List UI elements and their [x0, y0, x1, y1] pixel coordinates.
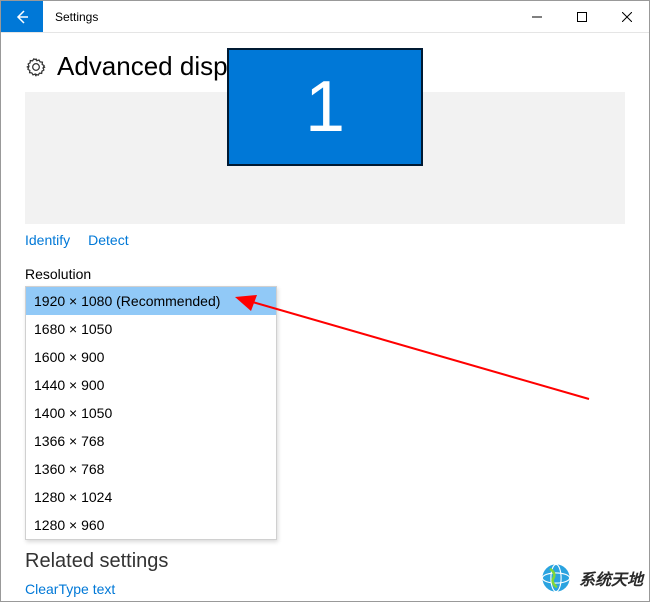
detect-link[interactable]: Detect: [88, 232, 128, 248]
dropdown-item[interactable]: 1280 × 1024: [26, 483, 276, 511]
minimize-icon: [532, 12, 542, 22]
resolution-dropdown[interactable]: 1920 × 1080 (Recommended) 1680 × 1050 16…: [25, 286, 277, 540]
gear-icon: [25, 56, 47, 78]
dropdown-item[interactable]: 1360 × 768: [26, 455, 276, 483]
dropdown-item[interactable]: 1280 × 960: [26, 511, 276, 539]
window-title: Settings: [43, 1, 514, 32]
related-settings-heading: Related settings: [25, 550, 168, 573]
watermark: 系统天地: [539, 561, 643, 595]
identify-link[interactable]: Identify: [25, 232, 70, 248]
maximize-icon: [577, 12, 587, 22]
watermark-text: 系统天地: [579, 566, 643, 590]
resolution-label: Resolution: [25, 266, 625, 282]
monitor-1[interactable]: 1: [227, 48, 423, 166]
monitor-preview-area: 1: [25, 92, 625, 224]
monitor-number: 1: [305, 66, 345, 148]
dropdown-item[interactable]: 1600 × 900: [26, 343, 276, 371]
back-button[interactable]: [1, 1, 43, 32]
close-icon: [622, 12, 632, 22]
window-controls: [514, 1, 649, 32]
titlebar: Settings: [1, 1, 649, 33]
close-button[interactable]: [604, 1, 649, 32]
dropdown-item[interactable]: 1920 × 1080 (Recommended): [26, 287, 276, 315]
display-actions: Identify Detect: [25, 232, 625, 248]
globe-icon: [539, 561, 573, 595]
dropdown-item[interactable]: 1680 × 1050: [26, 315, 276, 343]
dropdown-item[interactable]: 1366 × 768: [26, 427, 276, 455]
minimize-button[interactable]: [514, 1, 559, 32]
cleartype-link[interactable]: ClearType text: [25, 581, 115, 597]
maximize-button[interactable]: [559, 1, 604, 32]
content-area: Advanced display settings 1 Identify Det…: [1, 33, 649, 540]
dropdown-item[interactable]: 1400 × 1050: [26, 399, 276, 427]
back-arrow-icon: [14, 9, 30, 25]
dropdown-item[interactable]: 1440 × 900: [26, 371, 276, 399]
